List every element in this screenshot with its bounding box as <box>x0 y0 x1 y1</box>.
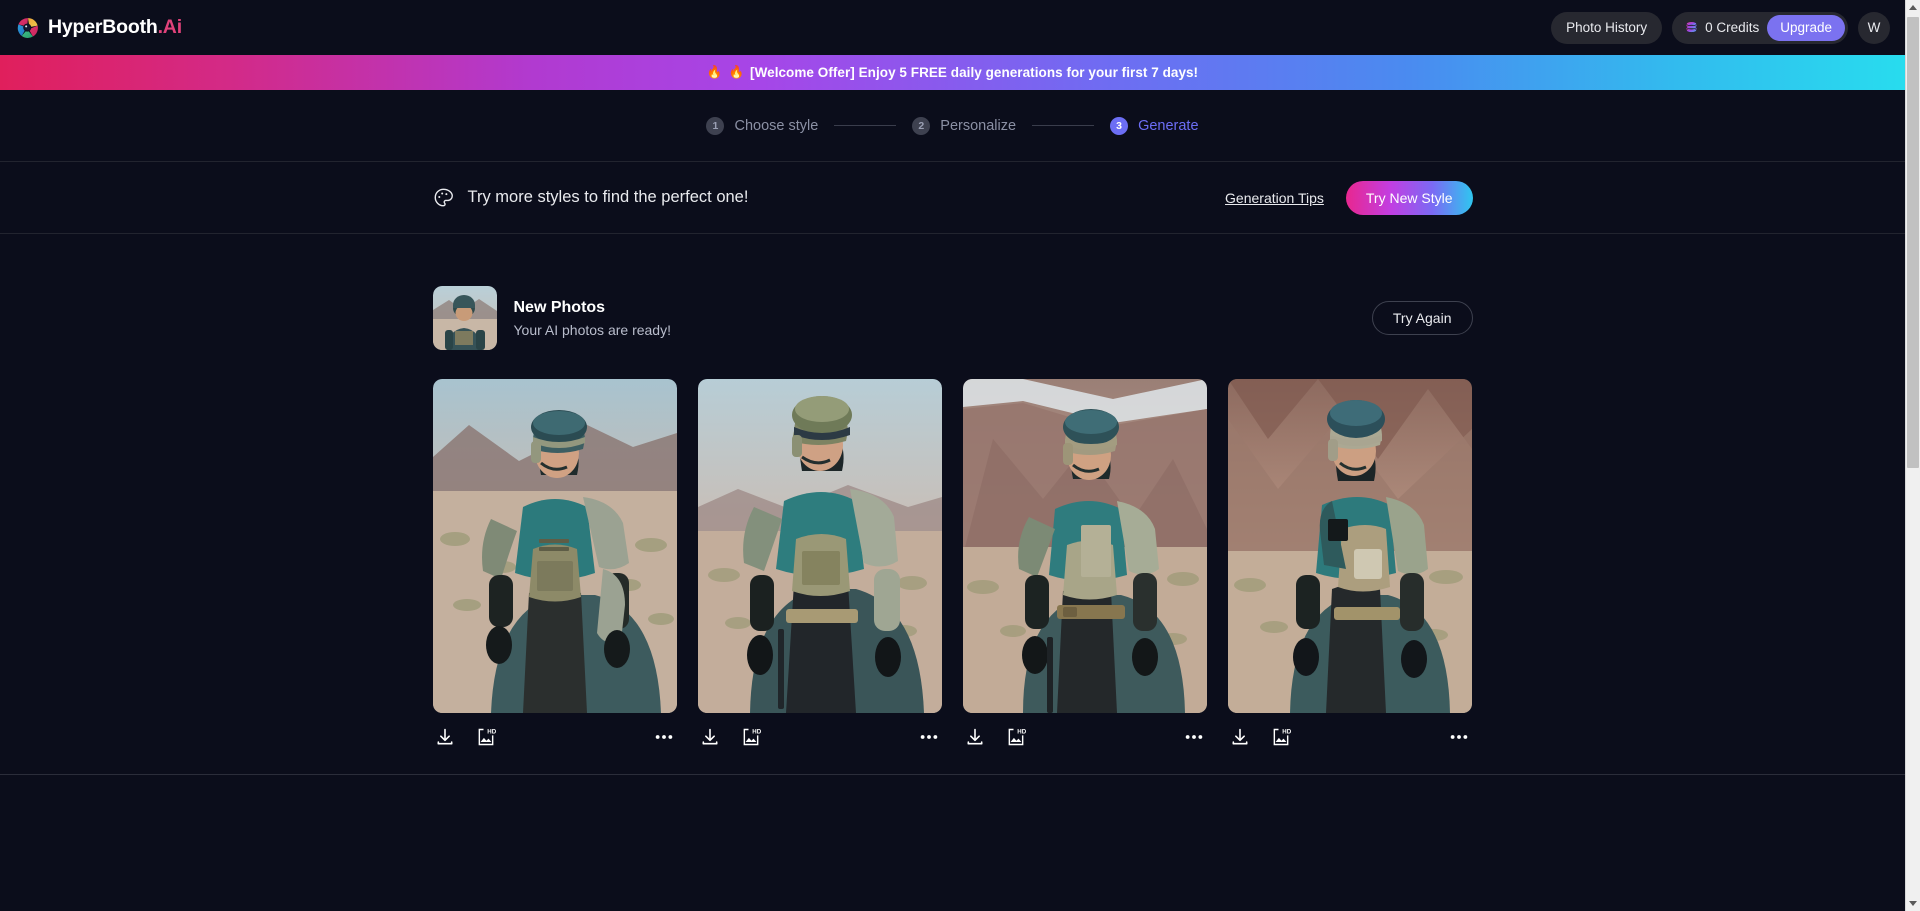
section-divider <box>0 774 1905 775</box>
step-number-2: 2 <box>912 117 930 135</box>
user-avatar[interactable]: W <box>1858 12 1890 44</box>
promo-banner[interactable]: 🔥 🔥 [Welcome Offer] Enjoy 5 FREE daily g… <box>0 55 1905 90</box>
progress-stepper: 1 Choose style 2 Personalize 3 Generate <box>0 90 1905 162</box>
top-navigation-bar: HyperBooth.Ai Photo History <box>0 0 1905 55</box>
hd-image-icon[interactable]: HD <box>741 727 761 747</box>
credits-count-label: 0 Credits <box>1705 20 1759 35</box>
generated-photo-4[interactable] <box>1228 379 1472 713</box>
results-section: New Photos Your AI photos are ready! Try… <box>433 234 1473 760</box>
step-number-1: 1 <box>706 117 724 135</box>
results-subtitle: Your AI photos are ready! <box>514 322 671 338</box>
soldier-portrait-thumbnail <box>433 286 497 350</box>
stepper-step-choose-style[interactable]: 1 Choose style <box>706 117 818 135</box>
photo-card: HD <box>963 379 1207 760</box>
nav-right-actions: Photo History <box>1551 0 1890 55</box>
svg-text:HD: HD <box>1017 728 1026 735</box>
download-icon[interactable] <box>1230 727 1250 747</box>
credits-group: 0 Credits Upgrade <box>1672 12 1848 44</box>
generated-photo-1[interactable] <box>433 379 677 713</box>
photo-card-actions: HD <box>698 713 942 760</box>
photo-card: HD <box>1228 379 1472 760</box>
aperture-icon <box>17 17 39 39</box>
photo-card: HD <box>698 379 942 760</box>
more-options-icon[interactable] <box>1448 727 1470 747</box>
style-strip-left: Try more styles to find the perfect one! <box>433 187 749 208</box>
scroll-down-arrow-icon[interactable] <box>1906 896 1920 911</box>
palette-icon <box>433 187 454 208</box>
results-title: New Photos <box>514 299 671 317</box>
style-strip-title: Try more styles to find the perfect one! <box>468 188 749 207</box>
stepper-step-generate[interactable]: 3 Generate <box>1110 117 1198 135</box>
more-options-icon[interactable] <box>653 727 675 747</box>
svg-text:HD: HD <box>752 728 761 735</box>
page-viewport: HyperBooth.Ai Photo History <box>0 0 1905 911</box>
more-options-icon[interactable] <box>918 727 940 747</box>
credits-display[interactable]: 0 Credits <box>1684 20 1759 35</box>
photo-card-actions: HD <box>963 713 1207 760</box>
generation-tips-link[interactable]: Generation Tips <box>1225 190 1324 206</box>
coin-stack-icon <box>1684 20 1699 35</box>
brand-name: HyperBooth.Ai <box>48 18 182 38</box>
stepper-connector-1 <box>834 125 896 126</box>
try-again-button[interactable]: Try Again <box>1372 301 1473 335</box>
photo-card-actions: HD <box>433 713 677 760</box>
try-more-styles-bar: Try more styles to find the perfect one!… <box>0 162 1905 234</box>
scroll-up-arrow-icon[interactable] <box>1906 0 1920 15</box>
results-header: New Photos Your AI photos are ready! Try… <box>433 286 1473 350</box>
page-scrollbar[interactable] <box>1905 0 1920 911</box>
stepper-step-personalize[interactable]: 2 Personalize <box>912 117 1016 135</box>
stepper-connector-2 <box>1032 125 1094 126</box>
generated-photo-3[interactable] <box>963 379 1207 713</box>
flame-icon-left: 🔥 <box>707 66 723 79</box>
try-new-style-button[interactable]: Try New Style <box>1346 181 1473 215</box>
hd-image-icon[interactable]: HD <box>476 727 496 747</box>
photo-history-button[interactable]: Photo History <box>1551 12 1662 44</box>
download-icon[interactable] <box>965 727 985 747</box>
photo-card-actions: HD <box>1228 713 1472 760</box>
upgrade-button[interactable]: Upgrade <box>1767 15 1845 41</box>
step-label-2: Personalize <box>940 118 1016 134</box>
svg-text:HD: HD <box>487 728 496 735</box>
download-icon[interactable] <box>435 727 455 747</box>
style-strip-right: Generation Tips Try New Style <box>1225 181 1472 215</box>
step-label-1: Choose style <box>734 118 818 134</box>
brand-logo-link[interactable]: HyperBooth.Ai <box>17 17 182 39</box>
brand-name-suffix: .Ai <box>158 16 182 38</box>
step-number-3: 3 <box>1110 117 1128 135</box>
generated-photo-2[interactable] <box>698 379 942 713</box>
brand-name-main: HyperBooth <box>48 16 158 38</box>
svg-text:HD: HD <box>1282 728 1291 735</box>
hd-image-icon[interactable]: HD <box>1006 727 1026 747</box>
generated-photos-grid: HD <box>433 379 1473 760</box>
hd-image-icon[interactable]: HD <box>1271 727 1291 747</box>
promo-banner-text: [Welcome Offer] Enjoy 5 FREE daily gener… <box>750 65 1198 80</box>
download-icon[interactable] <box>700 727 720 747</box>
scroll-thumb[interactable] <box>1907 17 1919 468</box>
photo-card: HD <box>433 379 677 760</box>
results-header-text: New Photos Your AI photos are ready! <box>514 299 671 338</box>
step-label-3: Generate <box>1138 118 1198 134</box>
flame-icon-right: 🔥 <box>728 66 744 79</box>
more-options-icon[interactable] <box>1183 727 1205 747</box>
